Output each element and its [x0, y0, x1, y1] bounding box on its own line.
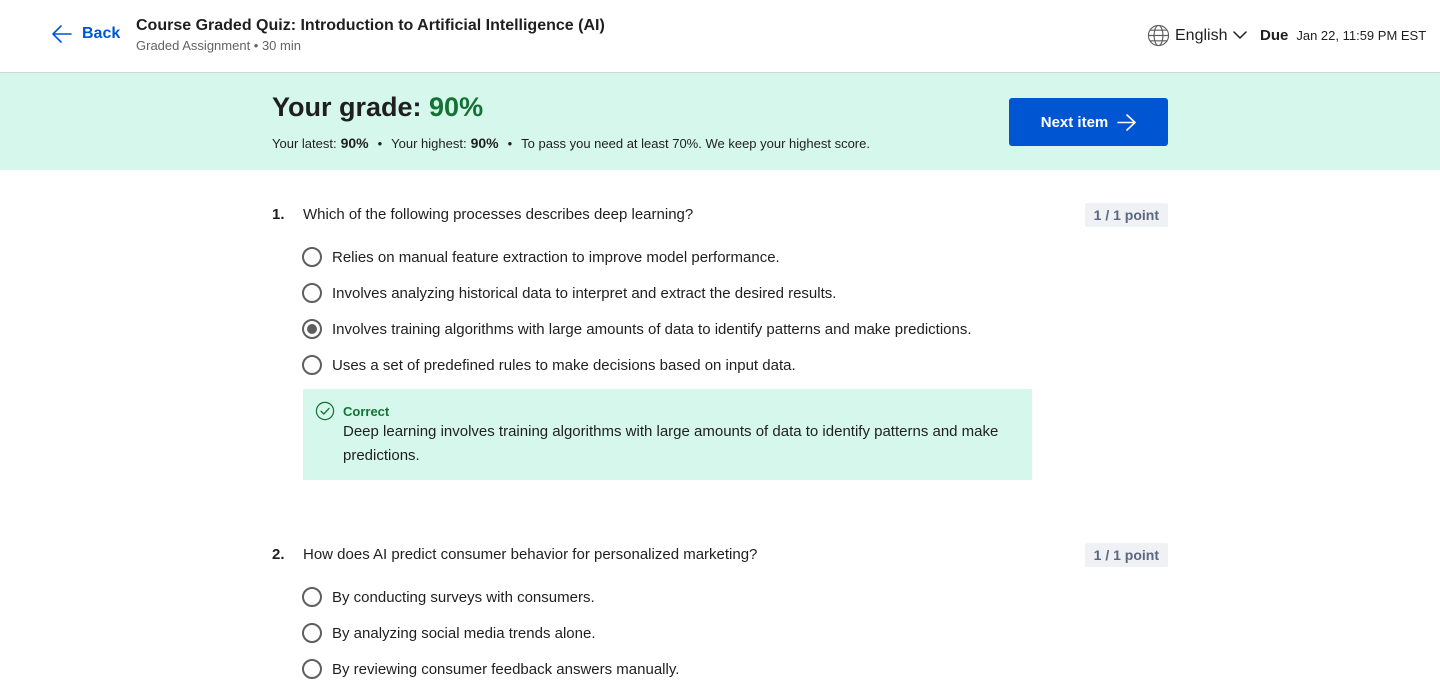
- grade-summary: Your latest: 90% • Your highest: 90% • T…: [272, 135, 870, 151]
- answer-option[interactable]: By reviewing consumer feedback answers m…: [302, 651, 1168, 687]
- answer-option[interactable]: Relies on manual feature extraction to i…: [302, 239, 1168, 275]
- answer-option[interactable]: Involves analyzing historical data to in…: [302, 275, 1168, 311]
- question-2: 2. How does AI predict consumer behavior…: [272, 543, 1168, 687]
- highest-label: Your highest:: [391, 136, 467, 151]
- option-label: Involves analyzing historical data to in…: [332, 284, 837, 302]
- answer-option[interactable]: By analyzing social media trends alone.: [302, 615, 1168, 651]
- feedback-box: Correct Deep learning involves training …: [303, 389, 1032, 480]
- next-item-button[interactable]: Next item: [1009, 98, 1168, 146]
- latest-label: Your latest:: [272, 136, 337, 151]
- assignment-title-block: Course Graded Quiz: Introduction to Arti…: [136, 16, 605, 55]
- radio-button[interactable]: [302, 587, 322, 607]
- option-label: By analyzing social media trends alone.: [332, 624, 596, 642]
- option-label: Uses a set of predefined rules to make d…: [332, 356, 796, 374]
- answer-option[interactable]: By conducting surveys with consumers.: [302, 579, 1168, 615]
- points-badge: 1 / 1 point: [1084, 543, 1168, 567]
- feedback-text: Deep learning involves training algorith…: [343, 423, 999, 464]
- grade-label: Your grade:: [272, 92, 430, 122]
- question-number: 1.: [272, 206, 285, 223]
- question-text: Which of the following processes describ…: [303, 206, 694, 223]
- answer-option-selected[interactable]: Involves training algorithms with large …: [302, 311, 1168, 347]
- highest-value: 90%: [470, 135, 499, 151]
- answer-options: Relies on manual feature extraction to i…: [302, 239, 1168, 383]
- language-selector[interactable]: English: [1147, 24, 1248, 47]
- arrow-left-icon: [52, 25, 72, 43]
- radio-button[interactable]: [302, 247, 322, 267]
- next-item-label: Next item: [1040, 113, 1109, 131]
- answer-option[interactable]: Uses a set of predefined rules to make d…: [302, 347, 1168, 383]
- page-header: Back Course Graded Quiz: Introduction to…: [0, 0, 1440, 73]
- page-title: Course Graded Quiz: Introduction to Arti…: [136, 17, 605, 34]
- due-label: Due: [1260, 27, 1289, 44]
- option-label: By conducting surveys with consumers.: [332, 588, 595, 606]
- question-header: 2. How does AI predict consumer behavior…: [272, 543, 1168, 567]
- question-number: 2.: [272, 546, 285, 563]
- globe-icon: [1147, 24, 1170, 47]
- radio-button-checked[interactable]: [302, 319, 322, 339]
- option-label: Involves training algorithms with large …: [332, 320, 972, 338]
- grade-title: Your grade: 90%: [272, 92, 483, 123]
- radio-button[interactable]: [302, 283, 322, 303]
- points-badge: 1 / 1 point: [1084, 203, 1168, 227]
- back-button[interactable]: Back: [52, 25, 120, 43]
- due-date: Jan 22, 11:59 PM EST: [1296, 28, 1427, 43]
- language-label: English: [1175, 26, 1228, 44]
- separator: •: [507, 136, 513, 151]
- feedback-status: Correct: [343, 404, 390, 419]
- check-circle-icon: [315, 401, 335, 421]
- chevron-down-icon: [1233, 31, 1248, 39]
- due-info: Due Jan 22, 11:59 PM EST: [1260, 27, 1426, 44]
- grade-value: 90%: [429, 92, 484, 122]
- grade-banner: Your grade: 90% Your latest: 90% • Your …: [0, 73, 1440, 170]
- question-header: 1. Which of the following processes desc…: [272, 203, 1168, 227]
- question-text: How does AI predict consumer behavior fo…: [303, 546, 758, 563]
- radio-button[interactable]: [302, 355, 322, 375]
- radio-button[interactable]: [302, 623, 322, 643]
- answer-options: By conducting surveys with consumers. By…: [302, 579, 1168, 687]
- option-label: By reviewing consumer feedback answers m…: [332, 660, 680, 678]
- arrow-right-icon: [1117, 113, 1137, 131]
- radio-button[interactable]: [302, 659, 322, 679]
- pass-note: To pass you need at least 70%. We keep y…: [521, 136, 870, 151]
- option-label: Relies on manual feature extraction to i…: [332, 248, 780, 266]
- latest-value: 90%: [340, 135, 369, 151]
- back-label: Back: [82, 25, 121, 42]
- question-1: 1. Which of the following processes desc…: [272, 203, 1168, 480]
- separator: •: [377, 136, 383, 151]
- assignment-subtitle: Graded Assignment • 30 min: [136, 38, 301, 53]
